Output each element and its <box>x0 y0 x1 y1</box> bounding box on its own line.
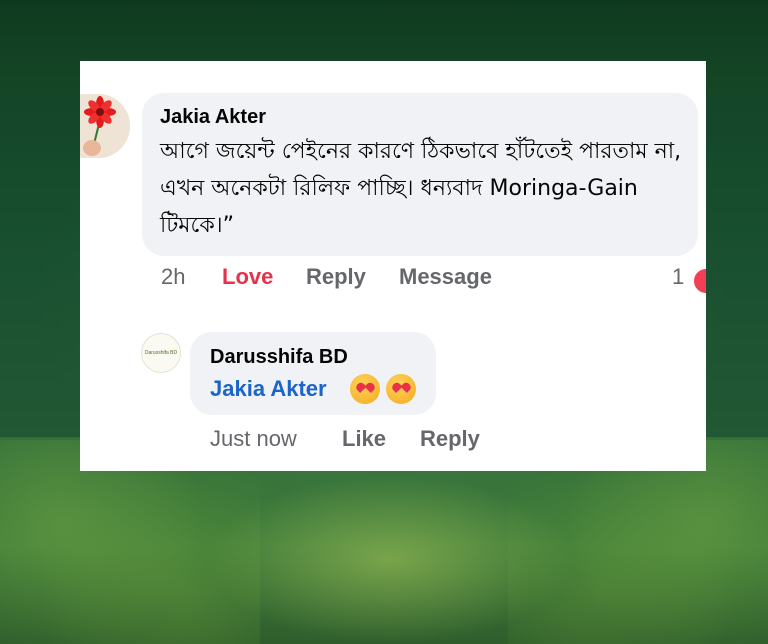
comment-author[interactable]: Jakia Akter <box>160 106 266 129</box>
flower-avatar-icon <box>80 94 130 158</box>
comment-text: আগে জয়েন্ট পেইনের কারণে ঠিকভাবে হাঁটতেই… <box>160 139 682 238</box>
reply-author[interactable]: Darusshifa BD <box>210 346 348 369</box>
mention-link[interactable]: Jakia Akter <box>210 376 327 402</box>
love-reaction-button[interactable]: Love <box>222 264 273 290</box>
avatar-darusshifa-bd[interactable]: Darusshifa BD <box>141 333 181 373</box>
reply-bubble: Darusshifa BD Jakia Akter <box>190 332 436 415</box>
comment-bubble: Jakia Akter আগে জয়েন্ট পেইনের কারণে ঠিক… <box>142 93 698 256</box>
emoji-group <box>350 374 418 406</box>
avatar-logo-text: Darusshifa BD <box>144 350 178 356</box>
smiling-face-with-hearts-icon <box>386 374 417 404</box>
message-button[interactable]: Message <box>399 264 492 290</box>
like-button[interactable]: Like <box>342 426 386 452</box>
comment-card: Jakia Akter আগে জয়েন্ট পেইনের কারণে ঠিক… <box>80 61 706 471</box>
reply-timestamp[interactable]: Just now <box>210 426 297 452</box>
avatar-jakia-akter[interactable] <box>80 94 130 158</box>
reply-button[interactable]: Reply <box>306 264 366 290</box>
reaction-count[interactable]: 1 <box>672 264 684 290</box>
reply-reply-button[interactable]: Reply <box>420 426 480 452</box>
comment-timestamp[interactable]: 2h <box>161 264 185 290</box>
love-reaction-icon[interactable] <box>692 267 706 295</box>
smiling-face-with-hearts-icon <box>350 374 380 404</box>
